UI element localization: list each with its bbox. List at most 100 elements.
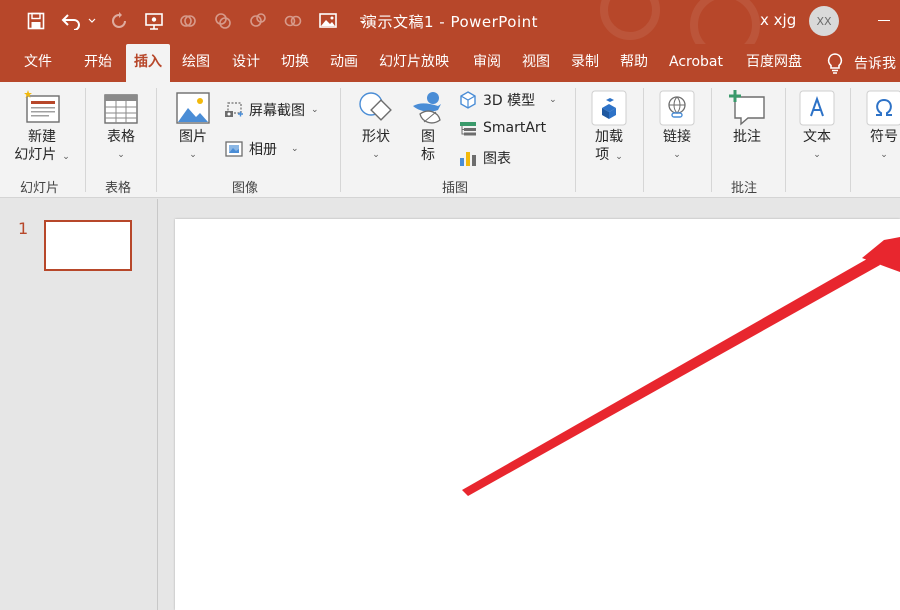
group-divider bbox=[156, 88, 157, 192]
new-slide-label-line1: 新建 bbox=[28, 129, 56, 145]
3d-models-button[interactable]: 3D 模型 ⌄ bbox=[458, 90, 557, 110]
chevron-down-icon: ⌄ bbox=[880, 150, 888, 160]
add-ins-label-line1: 加载 bbox=[595, 129, 623, 145]
slide-thumbnail[interactable] bbox=[44, 220, 132, 271]
symbols-label: 符号 bbox=[870, 129, 898, 145]
app-name: PowerPoint bbox=[450, 13, 539, 31]
tab-animations[interactable]: 动画 bbox=[330, 44, 358, 82]
comment-button[interactable]: 批注 bbox=[722, 88, 772, 146]
photo-album-icon bbox=[225, 141, 243, 157]
pictures-button[interactable]: 图片 ⌄ bbox=[170, 88, 216, 164]
new-slide-label-line2: 幻灯片 bbox=[14, 147, 57, 163]
tab-insert[interactable]: 插入 bbox=[126, 44, 170, 82]
symbols-button[interactable]: 符号 ⌄ bbox=[862, 88, 900, 164]
tab-record[interactable]: 录制 bbox=[571, 44, 599, 82]
group-divider bbox=[850, 88, 851, 192]
photo-album-button[interactable]: 相册 ⌄ bbox=[224, 139, 299, 159]
comment-label: 批注 bbox=[733, 129, 761, 145]
slide-number: 1 bbox=[18, 219, 29, 238]
text-button[interactable]: 文本 ⌄ bbox=[795, 88, 839, 164]
tab-review[interactable]: 审阅 bbox=[473, 44, 501, 82]
screenshot-label: 屏幕截图 bbox=[249, 103, 305, 119]
tell-me-label: 告诉我 bbox=[854, 56, 896, 72]
screenshot-button[interactable]: 屏幕截图 ⌄ bbox=[224, 100, 319, 120]
new-slide-icon bbox=[24, 90, 60, 123]
smartart-icon bbox=[460, 122, 476, 136]
photo-album-label: 相册 bbox=[249, 142, 277, 158]
smartart-button[interactable]: SmartArt bbox=[458, 119, 546, 137]
chevron-down-icon: ⌄ bbox=[813, 150, 821, 160]
icons-label-line1: 图 bbox=[421, 129, 435, 145]
tab-help[interactable]: 帮助 bbox=[620, 44, 648, 82]
chevron-down-icon: ⌄ bbox=[62, 152, 70, 162]
ribbon-insert: 新建 幻灯片 ⌄ 幻灯片 表格 ⌄ 表格 图片 ⌄ 屏幕截图 ⌄ 相册 ⌄ 图像 形状… bbox=[0, 82, 900, 198]
group-divider bbox=[643, 88, 644, 192]
chevron-down-icon: ⌄ bbox=[291, 144, 299, 154]
group-divider bbox=[785, 88, 786, 192]
text-label: 文本 bbox=[803, 129, 831, 145]
chart-button[interactable]: 图表 bbox=[458, 148, 511, 168]
3d-model-icon bbox=[460, 91, 476, 109]
group-label-illustrations: 插图 bbox=[442, 181, 469, 196]
lightbulb-icon bbox=[827, 53, 843, 74]
tab-acrobat[interactable]: Acrobat bbox=[669, 44, 723, 82]
title-separator: - bbox=[433, 13, 451, 31]
chevron-down-icon: ⌄ bbox=[549, 95, 557, 105]
tab-design[interactable]: 设计 bbox=[232, 44, 260, 82]
shapes-icon bbox=[359, 92, 392, 121]
chevron-down-icon: ⌄ bbox=[189, 150, 197, 160]
comment-icon bbox=[729, 90, 765, 126]
icons-label-line2: 标 bbox=[421, 147, 435, 163]
group-divider bbox=[340, 88, 341, 192]
link-label: 链接 bbox=[663, 129, 691, 145]
user-name[interactable]: x xjg bbox=[760, 11, 796, 29]
chevron-down-icon: ⌄ bbox=[117, 150, 125, 160]
chevron-down-icon: ⌄ bbox=[673, 150, 681, 160]
group-label-comments: 批注 bbox=[731, 181, 758, 196]
add-ins-icon bbox=[591, 90, 627, 126]
slide-canvas[interactable] bbox=[175, 219, 900, 610]
tab-baidu-netdisk[interactable]: 百度网盘 bbox=[746, 44, 802, 82]
tab-slideshow[interactable]: 幻灯片放映 bbox=[379, 44, 449, 82]
icons-icon bbox=[413, 92, 441, 124]
tab-view[interactable]: 视图 bbox=[522, 44, 550, 82]
document-name: 演示文稿1 bbox=[361, 13, 434, 31]
text-icon bbox=[799, 90, 835, 126]
group-label-slides: 幻灯片 bbox=[20, 181, 60, 196]
add-ins-label-line2: 项 bbox=[595, 147, 610, 163]
chevron-down-icon: ⌄ bbox=[311, 105, 319, 115]
ribbon-tabs: 文件 开始 插入 绘图 设计 切换 动画 幻灯片放映 审阅 视图 录制 帮助 A… bbox=[0, 44, 900, 82]
shapes-label: 形状 bbox=[362, 129, 390, 145]
chevron-down-icon: ⌄ bbox=[615, 152, 623, 162]
screenshot-icon bbox=[225, 102, 243, 117]
chevron-down-icon: ⌄ bbox=[372, 150, 380, 160]
tab-draw[interactable]: 绘图 bbox=[182, 44, 210, 82]
add-ins-button[interactable]: 加载 项 ⌄ bbox=[586, 88, 632, 166]
table-label: 表格 bbox=[107, 129, 135, 145]
tab-transitions[interactable]: 切换 bbox=[281, 44, 309, 82]
group-divider bbox=[711, 88, 712, 192]
pictures-icon bbox=[176, 92, 210, 124]
chart-icon bbox=[460, 152, 476, 166]
3d-models-label: 3D 模型 bbox=[483, 93, 536, 109]
table-button[interactable]: 表格 ⌄ bbox=[98, 88, 144, 164]
tab-file[interactable]: 文件 bbox=[24, 44, 52, 82]
group-label-tables: 表格 bbox=[105, 181, 132, 196]
minimize-button[interactable] bbox=[870, 8, 900, 34]
slide-thumbnails-pane: 1 bbox=[0, 199, 158, 610]
link-icon bbox=[659, 90, 695, 126]
link-button[interactable]: 链接 ⌄ bbox=[654, 88, 700, 164]
shapes-button[interactable]: 形状 ⌄ bbox=[352, 88, 400, 164]
pictures-label: 图片 bbox=[179, 129, 207, 145]
group-divider bbox=[575, 88, 576, 192]
icons-button[interactable]: 图 标 bbox=[406, 88, 450, 164]
new-slide-button[interactable]: 新建 幻灯片 ⌄ bbox=[10, 88, 74, 166]
title-bar: 演示文稿1 - PowerPoint x xjg XX bbox=[0, 0, 900, 60]
tab-home[interactable]: 开始 bbox=[84, 44, 112, 82]
tell-me-search[interactable]: 告诉我 bbox=[826, 44, 896, 82]
chart-label: 图表 bbox=[483, 151, 511, 167]
group-divider bbox=[85, 88, 86, 192]
omega-icon bbox=[866, 90, 900, 126]
table-icon bbox=[104, 94, 138, 124]
avatar[interactable]: XX bbox=[809, 6, 839, 36]
